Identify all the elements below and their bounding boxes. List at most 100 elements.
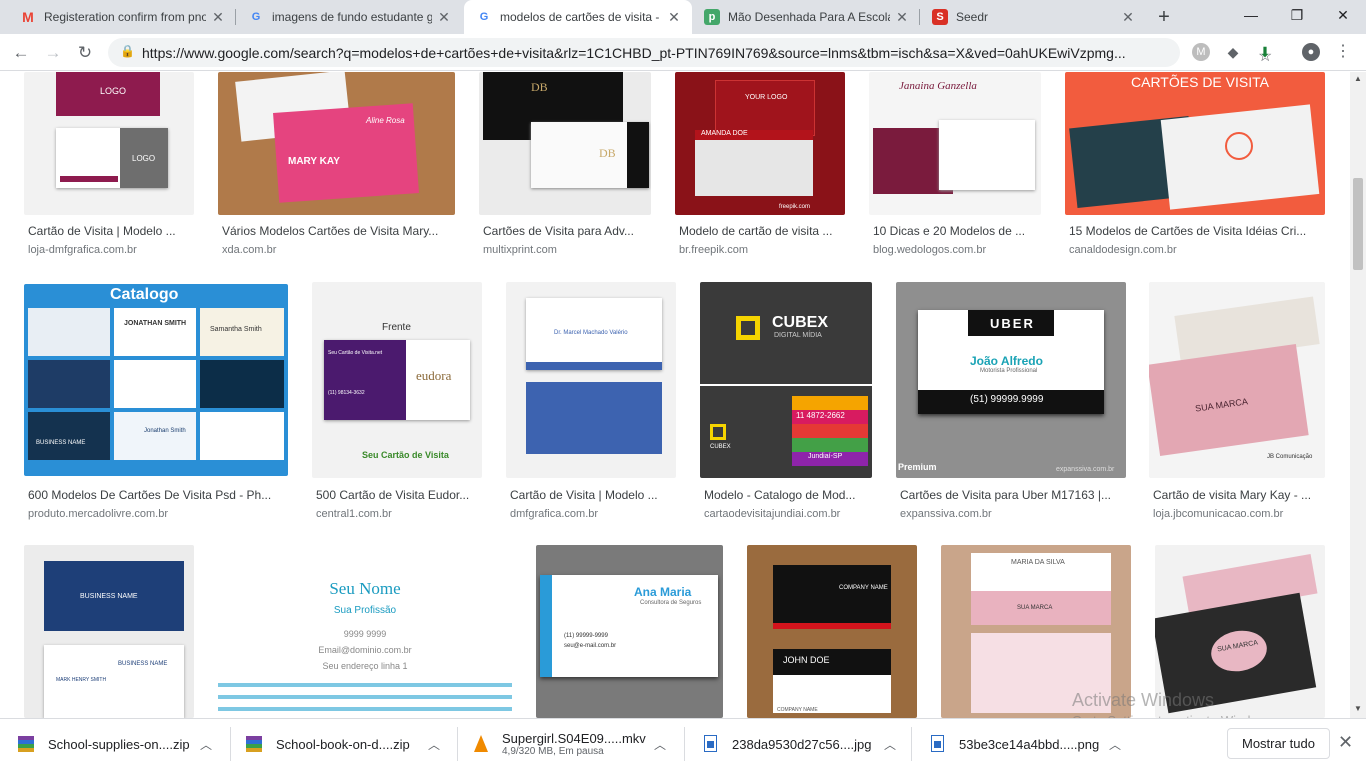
close-icon[interactable]: ✕ bbox=[436, 9, 452, 26]
scrollbar-thumb[interactable] bbox=[1353, 178, 1363, 270]
profile-avatar-icon[interactable]: ● bbox=[1302, 43, 1320, 61]
freepik-icon: p bbox=[704, 9, 720, 25]
result-thumbnail[interactable]: CARTÕES DE VISITA bbox=[1065, 72, 1325, 215]
download-item[interactable]: School-supplies-on....zip ︿ bbox=[0, 719, 230, 769]
address-bar[interactable]: 🔒 https://www.google.com/search?q=modelo… bbox=[108, 38, 1272, 67]
menu-kebab-icon[interactable]: ⋮ bbox=[1334, 43, 1352, 61]
chevron-up-icon[interactable]: ︿ bbox=[1109, 736, 1121, 753]
close-icon[interactable]: ✕ bbox=[1338, 732, 1353, 753]
scroll-up-arrow-icon[interactable]: ▲ bbox=[1354, 74, 1362, 83]
tab-seedr[interactable]: S Seedr ✕ bbox=[920, 0, 1146, 34]
result-thumbnail[interactable]: Dr. Marcel Machado Valério bbox=[506, 282, 676, 478]
chevron-up-icon[interactable]: ︿ bbox=[428, 736, 440, 753]
chevron-up-icon[interactable]: ︿ bbox=[200, 736, 212, 753]
result-thumbnail[interactable]: Janaina Ganzella bbox=[869, 72, 1041, 215]
back-button[interactable]: ← bbox=[8, 40, 34, 66]
forward-button[interactable]: → bbox=[40, 40, 66, 66]
thumb-text: CARTÕES DE VISITA bbox=[1131, 74, 1269, 90]
result-domain: blog.wedologos.com.br bbox=[873, 244, 987, 256]
result-thumbnail[interactable]: Seu Nome Sua Profissão 9999 9999 Email@d… bbox=[218, 545, 512, 718]
result-caption[interactable]: Modelo de cartão de visita ... bbox=[679, 224, 845, 238]
download-item[interactable]: School-book-on-d....zip ︿ bbox=[228, 719, 458, 769]
watermark-line1: Activate Windows bbox=[1072, 690, 1215, 710]
tab-strip: M Registeration confirm from pno ✕ G ima… bbox=[0, 0, 1366, 34]
page-scrollbar[interactable]: ▲ ▼ bbox=[1350, 72, 1366, 718]
thumb-text: MARK HENRY SMITH bbox=[56, 677, 107, 683]
thumb-text: LOGO bbox=[132, 154, 156, 163]
tab-google-images-active[interactable]: G modelos de cartões de visita - ✕ bbox=[464, 0, 692, 34]
seedr-icon: S bbox=[932, 9, 948, 25]
download-item[interactable]: 53be3ce14a4bbd.....png ︿ bbox=[911, 719, 1139, 769]
result-thumbnail[interactable]: MARY KAY Aline Rosa bbox=[218, 72, 455, 215]
result-domain: dmfgrafica.com.br bbox=[510, 508, 599, 520]
thumb-text: UBER bbox=[990, 316, 1035, 331]
result-caption[interactable]: Cartões de Visita para Uber M17163 |... bbox=[900, 488, 1126, 502]
url-text[interactable]: https://www.google.com/search?q=modelos+… bbox=[142, 45, 1142, 61]
thumb-text: BUSINESS NAME bbox=[36, 440, 86, 446]
result-caption[interactable]: 600 Modelos De Cartões De Visita Psd - P… bbox=[28, 488, 286, 502]
download-item[interactable]: Supergirl.S04E09.....mkv 4,9/320 MB, Em … bbox=[454, 719, 684, 769]
result-thumbnail[interactable]: LOGO LOGO bbox=[24, 72, 194, 215]
minimize-button[interactable]: — bbox=[1228, 0, 1274, 30]
thumb-text: Sua Profissão bbox=[333, 605, 397, 616]
result-thumbnail[interactable]: SUA MARCA JB Comunicação bbox=[1149, 282, 1325, 478]
result-caption[interactable]: Modelo - Catalogo de Mod... bbox=[704, 488, 872, 502]
download-filename: 238da9530d27c56....jpg bbox=[732, 736, 872, 752]
thumb-text: Janaina Ganzella bbox=[899, 80, 977, 92]
result-thumbnail[interactable]: Catalogo JONATHAN SMITH Samantha Smith B… bbox=[24, 284, 288, 476]
result-thumbnail[interactable]: COMPANY NAME JOHN DOE COMPANY NAME bbox=[747, 545, 917, 718]
close-icon[interactable]: ✕ bbox=[894, 9, 910, 26]
thumb-text: MARY KAY bbox=[288, 156, 340, 167]
result-caption[interactable]: 10 Dicas e 20 Modelos de ... bbox=[873, 224, 1041, 238]
result-thumbnail[interactable]: BUSINESS NAME BUSINESS NAME MARK HENRY S… bbox=[24, 545, 194, 718]
thumb-text: JOHN DOE bbox=[783, 655, 830, 665]
eraser-extension-icon[interactable]: ◆ bbox=[1224, 43, 1242, 61]
download-item[interactable]: 238da9530d27c56....jpg ︿ bbox=[684, 719, 912, 769]
thumb-text: Jundiaí-SP bbox=[808, 453, 843, 460]
result-caption[interactable]: 500 Cartão de Visita Eudor... bbox=[316, 488, 482, 502]
zip-file-icon bbox=[246, 735, 264, 753]
zip-file-icon bbox=[18, 735, 36, 753]
result-thumbnail[interactable]: UBER João Alfredo Motorista Profissional… bbox=[896, 282, 1126, 478]
result-domain: produto.mercadolivre.com.br bbox=[28, 508, 169, 520]
scroll-down-arrow-icon[interactable]: ▼ bbox=[1354, 704, 1362, 713]
thumb-text: BUSINESS NAME bbox=[118, 661, 168, 667]
thumb-text: Seu Cartão de Visita.net bbox=[328, 350, 383, 356]
result-caption[interactable]: Cartão de visita Mary Kay - ... bbox=[1153, 488, 1325, 502]
maximize-button[interactable]: ❐ bbox=[1274, 0, 1320, 30]
tab-freepik[interactable]: p Mão Desenhada Para A Escola ✕ bbox=[692, 0, 920, 34]
window-close-button[interactable]: ✕ bbox=[1320, 0, 1366, 30]
result-thumbnail[interactable]: Frente Seu Cartão de Visita.net (11) 981… bbox=[312, 282, 482, 478]
thumb-text: Jonathan Smith bbox=[144, 428, 186, 434]
thumb-text: (11) 99999-9999 bbox=[564, 633, 608, 639]
close-icon[interactable]: ✕ bbox=[1120, 9, 1136, 26]
chevron-up-icon[interactable]: ︿ bbox=[654, 736, 666, 753]
new-tab-button[interactable]: + bbox=[1152, 5, 1176, 29]
thumb-text: Email@dominio.com.br bbox=[318, 645, 412, 655]
result-caption[interactable]: 15 Modelos de Cartões de Visita Idéias C… bbox=[1069, 224, 1325, 238]
close-icon[interactable]: ✕ bbox=[666, 9, 682, 26]
result-thumbnail[interactable]: YOUR LOGO AMANDA DOE freepik.com bbox=[675, 72, 845, 215]
close-icon[interactable]: ✕ bbox=[210, 9, 226, 26]
tab-title: Mão Desenhada Para A Escola bbox=[728, 10, 890, 24]
result-caption[interactable]: Cartões de Visita para Adv... bbox=[483, 224, 651, 238]
result-caption[interactable]: Vários Modelos Cartões de Visita Mary... bbox=[222, 224, 455, 238]
show-all-downloads-button[interactable]: Mostrar tudo bbox=[1227, 728, 1330, 759]
result-thumbnail[interactable]: DB DB bbox=[479, 72, 651, 215]
thumb-text: Consultora de Seguros bbox=[640, 600, 702, 606]
result-thumbnail[interactable]: Ana Maria Consultora de Seguros (11) 999… bbox=[536, 545, 723, 718]
thumb-text: CUBEX bbox=[710, 444, 731, 450]
thumb-text: Ana Maria bbox=[634, 585, 692, 599]
extension-m-icon[interactable]: M bbox=[1192, 43, 1210, 61]
tab-google-images-1[interactable]: G imagens de fundo estudante g ✕ bbox=[236, 0, 462, 34]
chevron-up-icon[interactable]: ︿ bbox=[884, 736, 896, 753]
result-caption[interactable]: Cartão de Visita | Modelo ... bbox=[510, 488, 676, 502]
result-thumbnail[interactable]: CUBEX DIGITAL MÍDIA CUBEX 11 4872-2662 J… bbox=[700, 282, 872, 478]
tab-gmail[interactable]: M Registeration confirm from pno ✕ bbox=[8, 0, 236, 34]
result-caption[interactable]: Cartão de Visita | Modelo ... bbox=[28, 224, 194, 238]
reload-button[interactable]: ↻ bbox=[72, 40, 98, 66]
image-results-grid: LOGO LOGO Cartão de Visita | Modelo ... … bbox=[0, 72, 1350, 718]
thumb-text: BUSINESS NAME bbox=[80, 593, 138, 600]
download-extension-icon[interactable]: ⬇ bbox=[1256, 43, 1274, 61]
download-filename: School-supplies-on....zip bbox=[48, 736, 190, 752]
